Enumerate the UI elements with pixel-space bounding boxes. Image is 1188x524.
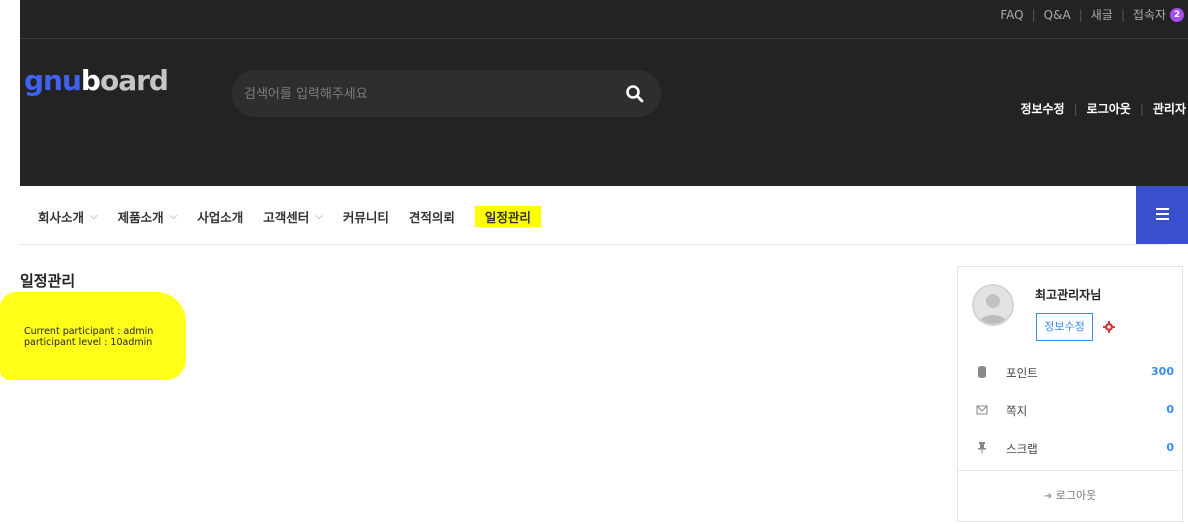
nav-item-business[interactable]: 사업소개: [197, 206, 243, 227]
visitors-link[interactable]: 접속자: [1133, 6, 1166, 23]
logo-part-oard: oard: [99, 64, 169, 97]
participant-level-text: participant level : 10admin: [24, 337, 153, 348]
hamburger-icon: [1156, 213, 1169, 215]
database-icon: [978, 366, 986, 378]
scrap-row[interactable]: 스크랩 0: [976, 441, 1174, 459]
hamburger-menu-button[interactable]: [1136, 186, 1188, 244]
logout-button[interactable]: ➜ 로그아웃: [958, 487, 1182, 503]
hamburger-icon: [1156, 208, 1169, 210]
qa-link[interactable]: Q&A: [1044, 8, 1071, 22]
points-row[interactable]: 포인트 300: [976, 365, 1174, 383]
messages-value: 0: [1166, 403, 1174, 416]
messages-row[interactable]: 쪽지 0: [976, 403, 1174, 421]
divider: |: [1078, 7, 1083, 22]
main-nav: 회사소개 ⌵ 제품소개 ⌵ 사업소개 고객센터 ⌵ 커뮤니티 견적의뢰 일정관리: [20, 186, 1168, 245]
points-value: 300: [1151, 365, 1174, 378]
nav-item-label: 견적의뢰: [408, 210, 455, 225]
envelope-icon: [976, 405, 988, 415]
messages-label: 쪽지: [1006, 404, 1028, 418]
edit-profile-link[interactable]: 정보수정: [1020, 100, 1064, 117]
avatar: [972, 284, 1014, 326]
new-posts-link[interactable]: 새글: [1091, 6, 1113, 23]
divider: |: [1120, 7, 1125, 22]
scrap-value: 0: [1166, 441, 1174, 454]
nav-item-company[interactable]: 회사소개 ⌵: [38, 206, 98, 227]
nav-item-quote[interactable]: 견적의뢰: [409, 206, 455, 227]
logo[interactable]: gnuboard: [24, 64, 169, 97]
header: FAQ | Q&A | 새글 | 접속자 2 gnuboard 정보수정 | 로…: [20, 0, 1188, 186]
nav-item-label: 사업소개: [197, 210, 244, 225]
nav-item-community[interactable]: 커뮤니티: [343, 206, 389, 227]
logo-part-b: b: [80, 64, 101, 97]
points-label: 포인트: [1006, 366, 1038, 380]
top-bar: FAQ | Q&A | 새글 | 접속자 2: [20, 0, 1188, 39]
logout-label: 로그아웃: [1055, 489, 1097, 502]
logout-icon: ➜: [1043, 491, 1053, 502]
divider: |: [1139, 101, 1144, 116]
avatar-icon: [979, 294, 1007, 324]
profile-box: 최고관리자님 정보수정 포인트 300 쪽지 0 스크랩 0 ➜ 로그아웃: [957, 266, 1183, 522]
divider: [958, 470, 1182, 471]
top-links: FAQ | Q&A | 새글 | 접속자 2: [1000, 6, 1184, 23]
divider: |: [1073, 101, 1078, 116]
nav-item-label: 일정관리: [474, 206, 541, 227]
search-input[interactable]: [242, 82, 606, 106]
pin-icon: [978, 442, 986, 454]
nav-item-label: 고객센터: [263, 210, 310, 225]
chevron-down-icon: ⌵: [169, 211, 178, 222]
nav-item-label: 커뮤니티: [342, 210, 389, 225]
chevron-down-icon: ⌵: [90, 211, 98, 222]
search-box: [232, 70, 661, 117]
nav-item-label: 회사소개: [38, 210, 85, 225]
chevron-down-icon: ⌵: [315, 211, 323, 222]
profile-name: 최고관리자님: [1035, 288, 1102, 302]
user-links: 정보수정 | 로그아웃 | 관리자: [1020, 100, 1186, 117]
nav-item-support[interactable]: 고객센터 ⌵: [263, 206, 323, 227]
logout-link[interactable]: 로그아웃: [1087, 100, 1131, 117]
nav-item-label: 제품소개: [117, 210, 164, 225]
nav-item-products[interactable]: 제품소개 ⌵: [118, 206, 178, 227]
gear-icon[interactable]: [1103, 321, 1115, 333]
scrap-label: 스크랩: [1006, 442, 1038, 456]
edit-profile-button[interactable]: 정보수정: [1036, 313, 1093, 341]
logo-part-gnu: gnu: [24, 64, 82, 97]
hamburger-icon: [1156, 218, 1169, 220]
current-participant-text: Current participant : admin: [24, 326, 154, 337]
admin-link[interactable]: 관리자: [1153, 100, 1186, 117]
participant-info: Current participant : admin participant …: [24, 326, 153, 348]
search-icon[interactable]: [625, 84, 645, 104]
page-title: 일정관리: [20, 272, 76, 290]
nav-item-schedule[interactable]: 일정관리: [474, 206, 541, 227]
faq-link[interactable]: FAQ: [1000, 8, 1023, 22]
visitor-count-badge: 2: [1170, 7, 1184, 22]
divider: |: [1031, 7, 1036, 22]
